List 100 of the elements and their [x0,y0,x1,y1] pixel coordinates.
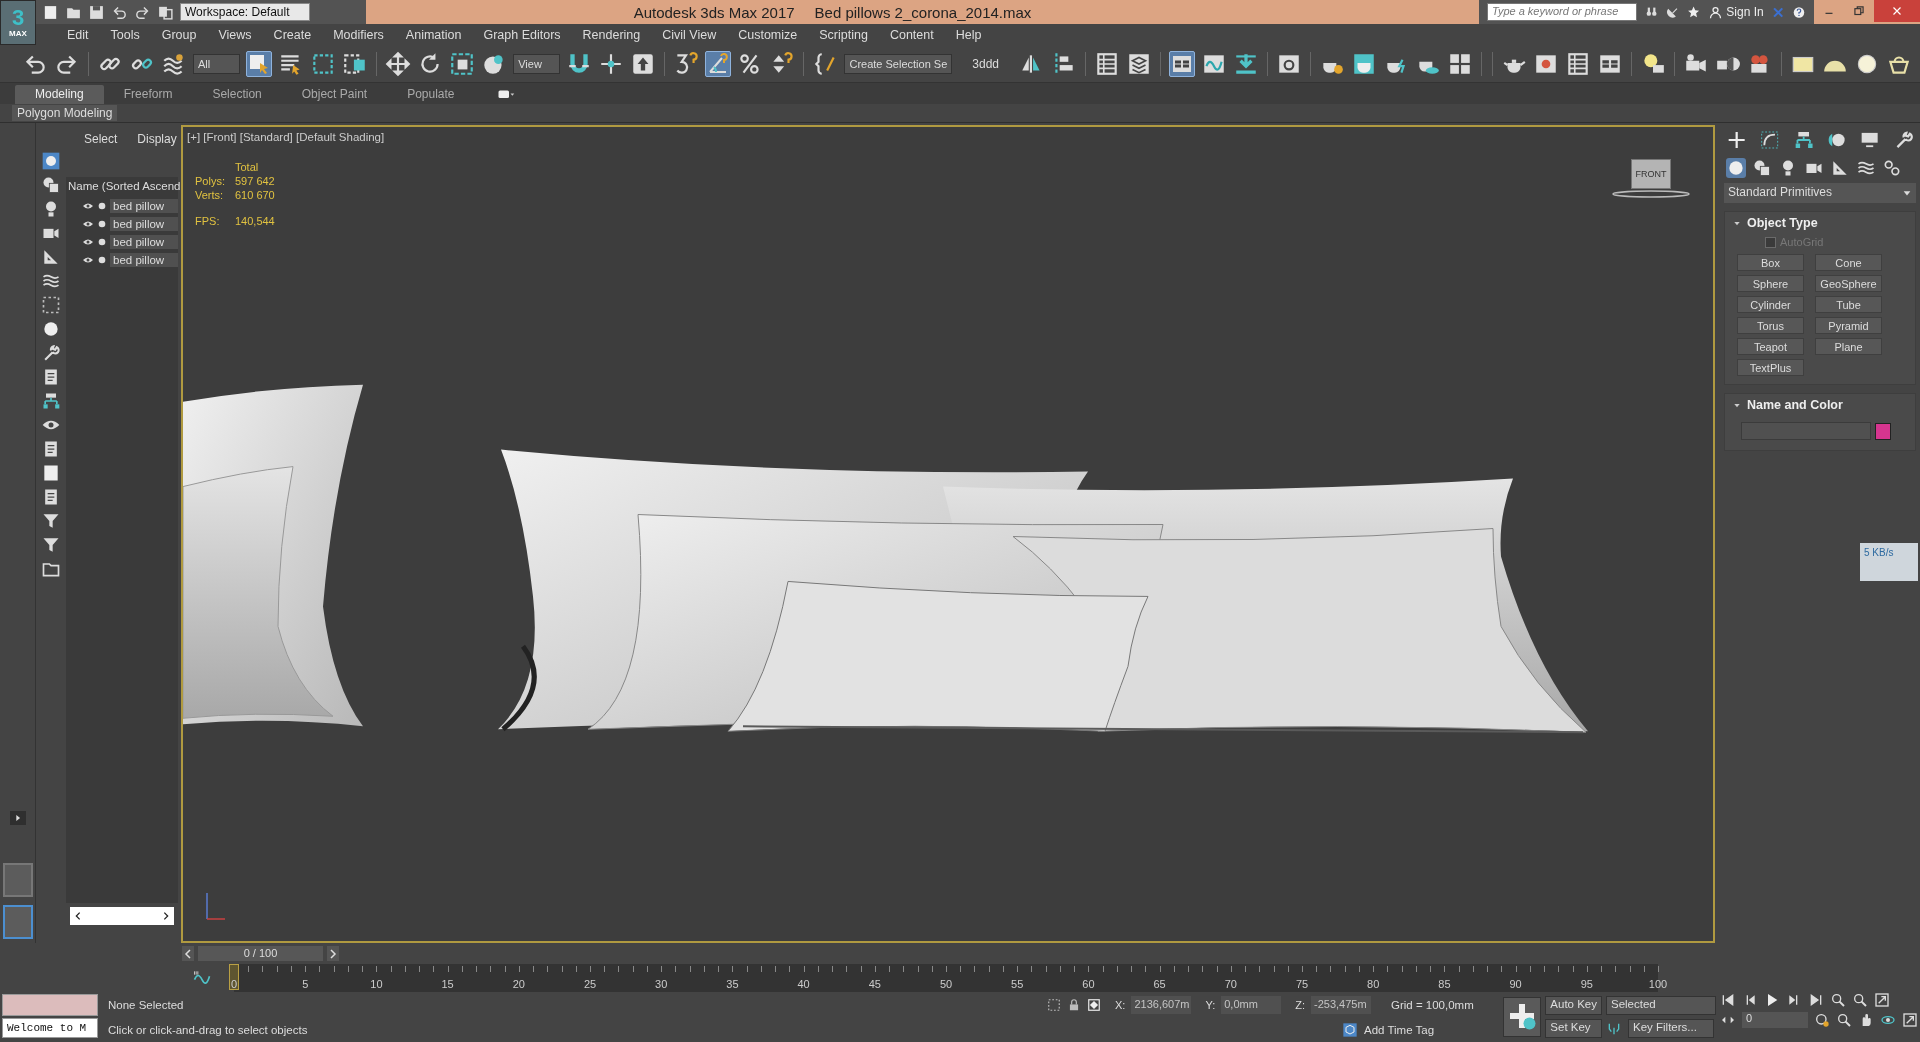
page-icon[interactable] [41,463,61,483]
listener-field[interactable] [2,994,98,1016]
primitive-button[interactable]: Box [1737,254,1804,271]
ruler-icon[interactable] [41,247,61,267]
table-icon[interactable] [1094,50,1120,77]
select-object-icon[interactable] [246,50,273,77]
explorer-menu[interactable]: Display [137,132,177,157]
menu-item[interactable]: Tools [99,27,151,42]
scale-icon[interactable] [449,50,476,77]
color-swatch[interactable] [1875,422,1891,440]
ribbon-tab[interactable]: Populate [387,85,475,104]
ruler-icon[interactable] [1830,158,1850,178]
object-name[interactable]: bed pillow [110,199,178,213]
angle-snap-icon[interactable] [705,50,732,77]
primitive-button[interactable]: Plane [1815,338,1882,355]
star-icon[interactable] [1687,4,1701,20]
maximize-icon[interactable] [1902,1012,1918,1028]
sign-in-link[interactable]: Sign In [1726,5,1764,19]
primitive-button[interactable]: Pyramid [1815,317,1882,334]
gears-icon[interactable] [1882,158,1902,178]
hierarchy-icon[interactable] [41,391,61,411]
auto-key-button[interactable]: Auto Key [1545,996,1602,1015]
viewport-label[interactable]: [+] [Front] [Standard] [Default Shading] [187,131,385,143]
zoom-icon[interactable] [1830,992,1846,1008]
restore-icon[interactable] [1852,4,1866,18]
clock-icon[interactable] [1814,1012,1830,1028]
menu-item[interactable]: Civil View [651,27,728,42]
menu-item[interactable]: Animation [394,27,473,42]
horizontal-scrollbar[interactable] [70,907,174,925]
menu-item[interactable]: Modifiers [322,27,395,42]
panels-icon[interactable] [1169,50,1195,77]
frame-icon[interactable] [41,295,61,315]
menu-item[interactable]: Graph Editors [472,27,572,42]
key-mode-dropdown[interactable]: Selected [1606,996,1716,1015]
coordinate-field[interactable]: 2136,607m [1131,996,1192,1014]
dot-icon[interactable] [97,255,107,265]
prev-frame-button[interactable] [182,946,194,961]
workspace-dropdown[interactable]: Workspace: Default [180,3,310,21]
filter-icon[interactable] [41,535,61,555]
zoom-icon[interactable] [1836,1012,1852,1028]
ribbon-tab[interactable]: Object Paint [281,85,388,104]
move-icon[interactable] [385,50,412,77]
circle-icon[interactable] [41,319,61,339]
dot-icon[interactable] [97,201,107,211]
zoom-icon[interactable] [1852,992,1868,1008]
column-header[interactable]: Name (Sorted Ascend [66,177,178,195]
shapes-icon[interactable] [1752,158,1772,178]
menu-item[interactable]: Rendering [571,27,652,42]
ribbon-panel-label[interactable]: Polygon Modeling [12,105,118,121]
menu-item[interactable]: Create [262,27,323,42]
primitive-button[interactable]: TextPlus [1737,359,1804,376]
menu-item[interactable]: Scripting [808,27,879,42]
plus-icon[interactable] [1726,129,1748,151]
view-cube[interactable]: FRONT [1631,159,1671,189]
menu-item[interactable]: Edit [56,27,100,42]
filter-icon[interactable] [41,511,61,531]
object-name[interactable]: bed pillow [110,217,178,231]
set-key-button[interactable]: Set Key [1545,1019,1602,1038]
primitive-button[interactable]: Torus [1737,317,1804,334]
selection-filter-dropdown[interactable]: All [193,53,241,74]
toolbar-label[interactable]: 3ddd [958,56,1013,71]
next-frame-button[interactable] [327,946,339,961]
primitive-button[interactable]: Teapot [1737,338,1804,355]
menu-item[interactable]: Help [944,27,993,42]
menu-item[interactable]: Views [207,27,263,42]
listener-output[interactable]: Welcome to M [2,1018,98,1038]
coordinate-field[interactable]: 0,0mm [1221,996,1282,1014]
primitive-button[interactable]: Cone [1815,254,1882,271]
search-field[interactable]: Type a keyword or phrase [1487,3,1637,21]
transform-icon[interactable] [1087,998,1101,1012]
viewport-layout-tab[interactable] [2,905,33,939]
primitive-button[interactable]: Sphere [1737,275,1804,292]
coordinate-system-dropdown[interactable]: View [513,53,561,74]
rollout-title[interactable]: Object Type [1747,216,1818,230]
shapes-icon[interactable] [41,175,61,195]
curve-icon[interactable] [1759,129,1781,151]
maximize-icon[interactable] [1874,992,1890,1008]
menu-item[interactable]: Group [150,27,208,42]
last-frame-icon[interactable] [1808,992,1824,1008]
ribbon-tab[interactable]: Freeform [103,85,193,104]
explorer-menu[interactable]: Select [84,132,118,157]
frame-marker[interactable] [229,964,239,990]
user-icon[interactable] [1708,4,1724,20]
object-name[interactable]: bed pillow [110,235,178,249]
dot-icon[interactable] [97,237,107,247]
first-frame-icon[interactable] [1720,992,1736,1008]
table-icon[interactable] [1565,50,1591,77]
save-icon[interactable] [88,3,105,21]
key-filters-button[interactable]: Key Filters... [1628,1019,1714,1038]
named-selection-dropdown[interactable]: Create Selection Se [844,53,953,74]
primitive-button[interactable]: Tube [1815,296,1882,313]
menu-item[interactable]: Content [878,27,945,42]
time-slider-thumb[interactable]: 0 / 100 [198,946,323,961]
frame-icon[interactable] [1047,998,1061,1012]
add-time-tag-label[interactable]: Add Time Tag [1364,1024,1435,1036]
frame-field[interactable]: 0 [1742,1012,1808,1028]
rollout-title[interactable]: Name and Color [1747,398,1843,412]
lock-icon[interactable] [1067,998,1081,1012]
category-dropdown[interactable]: Standard Primitives [1724,183,1916,203]
ribbon-tab[interactable]: Modeling [15,85,104,104]
